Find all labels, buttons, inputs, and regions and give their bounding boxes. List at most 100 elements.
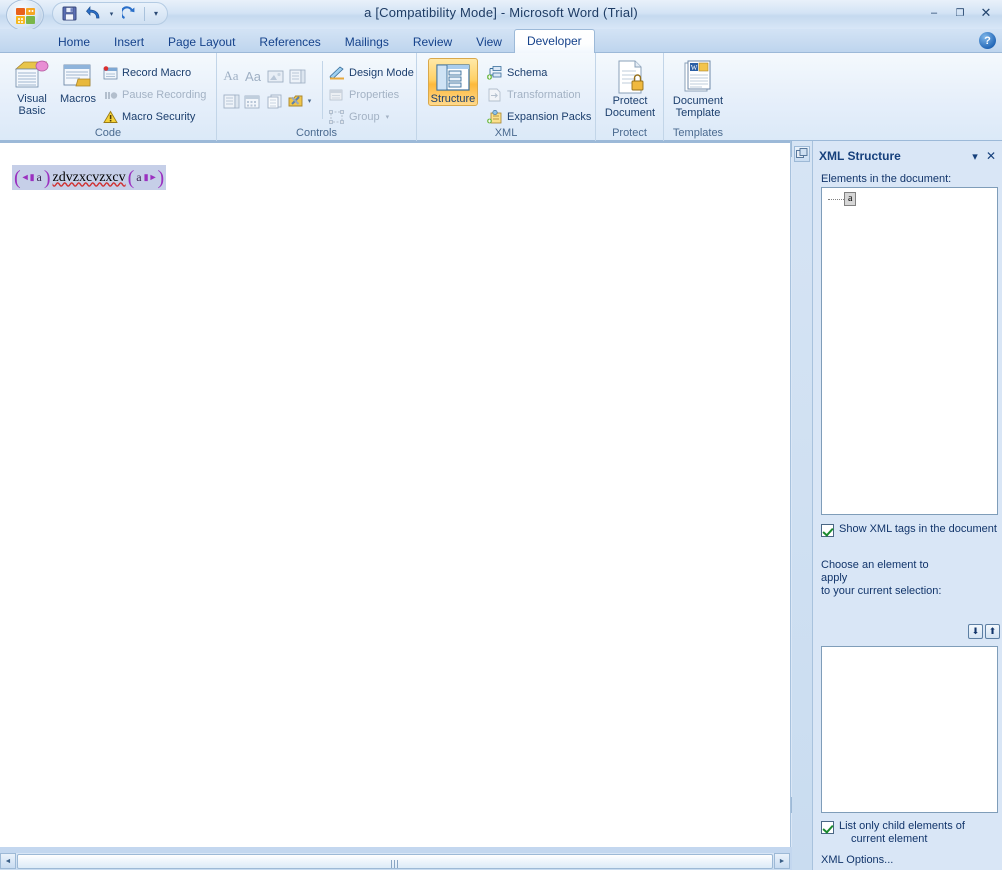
horizontal-scrollbar[interactable]: ◄ ► [0, 853, 790, 870]
document-template-icon: W [684, 60, 711, 92]
building-block-gallery-button[interactable] [264, 90, 286, 112]
schema-icon [487, 66, 502, 80]
scroll-right-button[interactable]: ► [774, 853, 790, 869]
save-button[interactable] [59, 4, 79, 23]
split-window-button[interactable] [794, 146, 810, 162]
schema-button[interactable]: Schema [487, 63, 547, 83]
tab-references[interactable]: References [247, 31, 332, 53]
ribbon-group-templates-body: W Document Template [664, 55, 732, 123]
office-button[interactable] [6, 0, 44, 31]
redo-icon [122, 6, 135, 19]
maximize-button[interactable]: ❐ [948, 4, 972, 22]
rich-text-control-label: Aa [223, 68, 239, 83]
list-child-elements-checkbox-row[interactable]: List only child elements of current elem… [821, 820, 998, 846]
design-mode-label: Design Mode [349, 67, 414, 79]
drop-down-list-control-button[interactable] [220, 90, 242, 112]
visual-basic-button[interactable]: Visual Basic [6, 59, 58, 117]
ribbon-group-templates-label: Templates [672, 127, 724, 139]
apply-element-listbox[interactable] [821, 646, 998, 813]
title-bar: a [Compatibility Mode] - Microsoft Word … [0, 0, 1002, 31]
tree-connector [828, 199, 844, 200]
elements-in-document-label: Elements in the document: [821, 173, 952, 185]
show-xml-tags-checkbox[interactable] [821, 524, 834, 537]
record-macro-icon [103, 66, 118, 80]
xml-element-a[interactable]: a [828, 192, 857, 206]
horizontal-scroll-thumb[interactable] [17, 854, 773, 869]
task-pane-menu-button[interactable]: ▾ [967, 148, 983, 164]
xml-tagged-paragraph[interactable]: ( ◄▮ a ) zdvzxcvzxcv ( a ▮► ) [12, 165, 167, 190]
undo-dropdown[interactable]: ▾ [107, 4, 116, 23]
scroll-left-button[interactable]: ◄ [0, 853, 16, 869]
structure-button[interactable]: Structure [428, 58, 478, 106]
ribbon-group-controls-body: Aa Aa ▾ Design Mode Properties Group ▾ [217, 55, 416, 124]
group-label: Group [349, 111, 380, 123]
show-xml-tags-checkbox-row[interactable]: Show XML tags in the document [821, 523, 998, 537]
transformation-icon [488, 88, 501, 102]
legacy-tools-dropdown[interactable]: ▾ [305, 90, 314, 112]
ribbon-group-code: Visual Basic Macros Record Macro Pause R… [0, 53, 217, 141]
document-area[interactable]: ( ◄▮ a ) zdvzxcvzxcv ( a ▮► ) [0, 141, 790, 847]
save-icon [62, 6, 76, 21]
redo-button[interactable] [120, 4, 140, 23]
pause-recording-label: Pause Recording [122, 89, 207, 101]
minimize-button[interactable]: – [922, 4, 946, 22]
task-pane-close-button[interactable]: ✕ [983, 148, 999, 164]
rich-text-control-button[interactable]: Aa [220, 65, 242, 87]
tab-insert[interactable]: Insert [102, 31, 156, 53]
close-button[interactable]: ✕ [974, 4, 998, 22]
tab-view[interactable]: View [464, 31, 514, 53]
document-page[interactable]: ( ◄▮ a ) zdvzxcvzxcv ( a ▮► ) [0, 143, 790, 847]
tab-home[interactable]: Home [46, 31, 102, 53]
task-pane-header: XML Structure ▾ ✕ [813, 146, 1002, 166]
list-child-elements-checkbox[interactable] [821, 821, 834, 834]
xml-options-link[interactable]: XML Options... [821, 854, 893, 866]
design-mode-button[interactable]: Design Mode [329, 63, 414, 83]
ribbon-group-protect-body: Protect Document [596, 55, 663, 123]
move-element-down-button[interactable]: ⬇ [968, 624, 983, 639]
design-mode-icon [329, 66, 344, 80]
tab-mailings[interactable]: Mailings [333, 31, 401, 53]
svg-text:W: W [691, 64, 698, 72]
date-picker-control-button[interactable] [242, 90, 264, 112]
tab-page-layout[interactable]: Page Layout [156, 31, 247, 53]
ribbon-tab-strip: Home Insert Page Layout References Maili… [0, 29, 1002, 53]
tab-developer[interactable]: Developer [513, 29, 595, 53]
expansion-packs-button[interactable]: Expansion Packs [487, 107, 591, 127]
macros-label-1: Macros [59, 93, 97, 105]
picture-icon [267, 70, 283, 82]
customize-qat-button[interactable]: ▾ [149, 4, 163, 23]
move-element-up-button[interactable]: ⬆ [985, 624, 1000, 639]
document-body-text[interactable]: zdvzxcvzxcv [51, 170, 128, 186]
word-window: a [Compatibility Mode] - Microsoft Word … [0, 0, 1002, 870]
document-template-label-2: Template [675, 107, 721, 119]
xml-open-tag[interactable]: ( ◄▮ a ) [14, 166, 51, 189]
macros-button[interactable]: Macros [52, 59, 104, 105]
combo-box-control-button[interactable] [286, 65, 308, 87]
undo-button[interactable] [83, 4, 103, 23]
xml-element-a-label: a [844, 192, 857, 206]
qat-separator [144, 6, 145, 21]
dropdown-list-icon [223, 94, 239, 108]
document-elements-listbox[interactable]: a [821, 187, 998, 515]
tab-review[interactable]: Review [401, 31, 464, 53]
ribbon-tabs: Home Insert Page Layout References Maili… [46, 29, 595, 53]
xml-open-tag-name: a [36, 170, 42, 184]
xml-close-tag[interactable]: ( a ▮► ) [128, 168, 165, 188]
macro-security-button[interactable]: Macro Security [103, 107, 195, 127]
record-macro-button[interactable]: Record Macro [103, 63, 191, 83]
list-child-elements-label: List only child elements of current elem… [839, 820, 965, 846]
xml-structure-task-pane: XML Structure ▾ ✕ Elements in the docume… [812, 141, 1002, 870]
protect-document-label-2: Document [604, 107, 656, 119]
picture-control-button[interactable] [264, 65, 286, 87]
choose-element-label-line2: to your current selection: [821, 585, 942, 597]
plain-text-control-button[interactable]: Aa [242, 65, 264, 87]
legacy-tools-icon [288, 95, 303, 107]
macro-security-label: Macro Security [122, 111, 196, 123]
ribbon-group-code-label: Code [94, 127, 122, 139]
visual-basic-label-2: Basic [18, 105, 46, 117]
protect-document-button[interactable]: Protect Document [604, 59, 656, 119]
structure-label: Structure [430, 93, 476, 105]
open-tag-brace-left: ( [14, 166, 21, 189]
document-template-button[interactable]: W Document Template [672, 59, 724, 119]
help-icon[interactable]: ? [979, 32, 996, 49]
